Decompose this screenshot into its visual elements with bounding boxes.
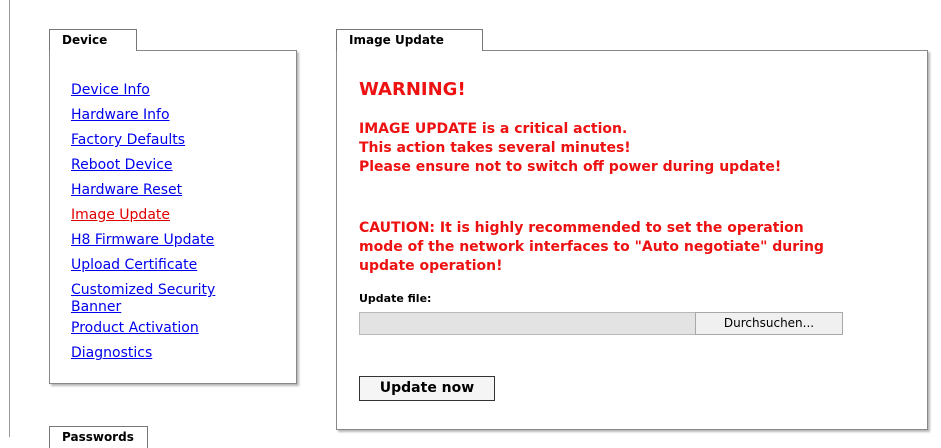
h8-firmware-update-link[interactable]: H8 Firmware Update xyxy=(71,232,214,248)
nav-item-customized-security-banner: Customized Security Banner xyxy=(71,278,251,316)
nav-item-image-update: Image Update xyxy=(71,203,271,228)
update-file-label: Update file: xyxy=(359,292,432,305)
device-panel: Device Info Hardware Info Factory Defaul… xyxy=(49,50,297,384)
tab-passwords-label: Passwords xyxy=(62,430,134,444)
update-now-button[interactable]: Update now xyxy=(359,376,495,401)
device-nav-list: Device Info Hardware Info Factory Defaul… xyxy=(71,78,271,366)
tab-device[interactable]: Device xyxy=(49,29,137,51)
upload-certificate-link[interactable]: Upload Certificate xyxy=(71,257,197,273)
nav-item-upload-certificate: Upload Certificate xyxy=(71,253,271,278)
device-info-link[interactable]: Device Info xyxy=(71,82,150,98)
nav-item-diagnostics: Diagnostics xyxy=(71,341,271,366)
product-activation-link[interactable]: Product Activation xyxy=(71,320,199,336)
warning-line: Please ensure not to switch off power du… xyxy=(359,159,782,175)
tab-passwords[interactable]: Passwords xyxy=(49,426,148,448)
nav-item-hardware-reset: Hardware Reset xyxy=(71,178,271,203)
warning-line: IMAGE UPDATE is a critical action. xyxy=(359,121,628,137)
image-update-panel: WARNING! IMAGE UPDATE is a critical acti… xyxy=(336,50,928,430)
tab-image-update-label: Image Update xyxy=(349,33,444,47)
tab-image-update[interactable]: Image Update xyxy=(336,29,483,51)
diagnostics-link[interactable]: Diagnostics xyxy=(71,345,152,361)
nav-item-hardware-info: Hardware Info xyxy=(71,103,271,128)
warning-message: IMAGE UPDATE is a critical action. This … xyxy=(359,120,829,177)
warning-title: WARNING! xyxy=(359,79,466,100)
reboot-device-link[interactable]: Reboot Device xyxy=(71,157,173,173)
customized-security-banner-link[interactable]: Customized Security Banner xyxy=(71,282,215,315)
factory-defaults-link[interactable]: Factory Defaults xyxy=(71,132,185,148)
nav-item-h8-firmware-update: H8 Firmware Update xyxy=(71,228,271,253)
page-left-border xyxy=(9,0,10,437)
warning-line: This action takes several minutes! xyxy=(359,140,631,156)
hardware-info-link[interactable]: Hardware Info xyxy=(71,107,170,123)
browse-button[interactable]: Durchsuchen... xyxy=(695,312,843,335)
nav-item-reboot-device: Reboot Device xyxy=(71,153,271,178)
hardware-reset-link[interactable]: Hardware Reset xyxy=(71,182,182,198)
nav-item-device-info: Device Info xyxy=(71,78,271,103)
nav-item-factory-defaults: Factory Defaults xyxy=(71,128,271,153)
update-file-input[interactable]: Durchsuchen... xyxy=(359,312,843,335)
tab-device-label: Device xyxy=(62,33,108,47)
image-update-link[interactable]: Image Update xyxy=(71,207,170,223)
nav-item-product-activation: Product Activation xyxy=(71,316,271,341)
caution-message: CAUTION: It is highly recommended to set… xyxy=(359,220,824,274)
